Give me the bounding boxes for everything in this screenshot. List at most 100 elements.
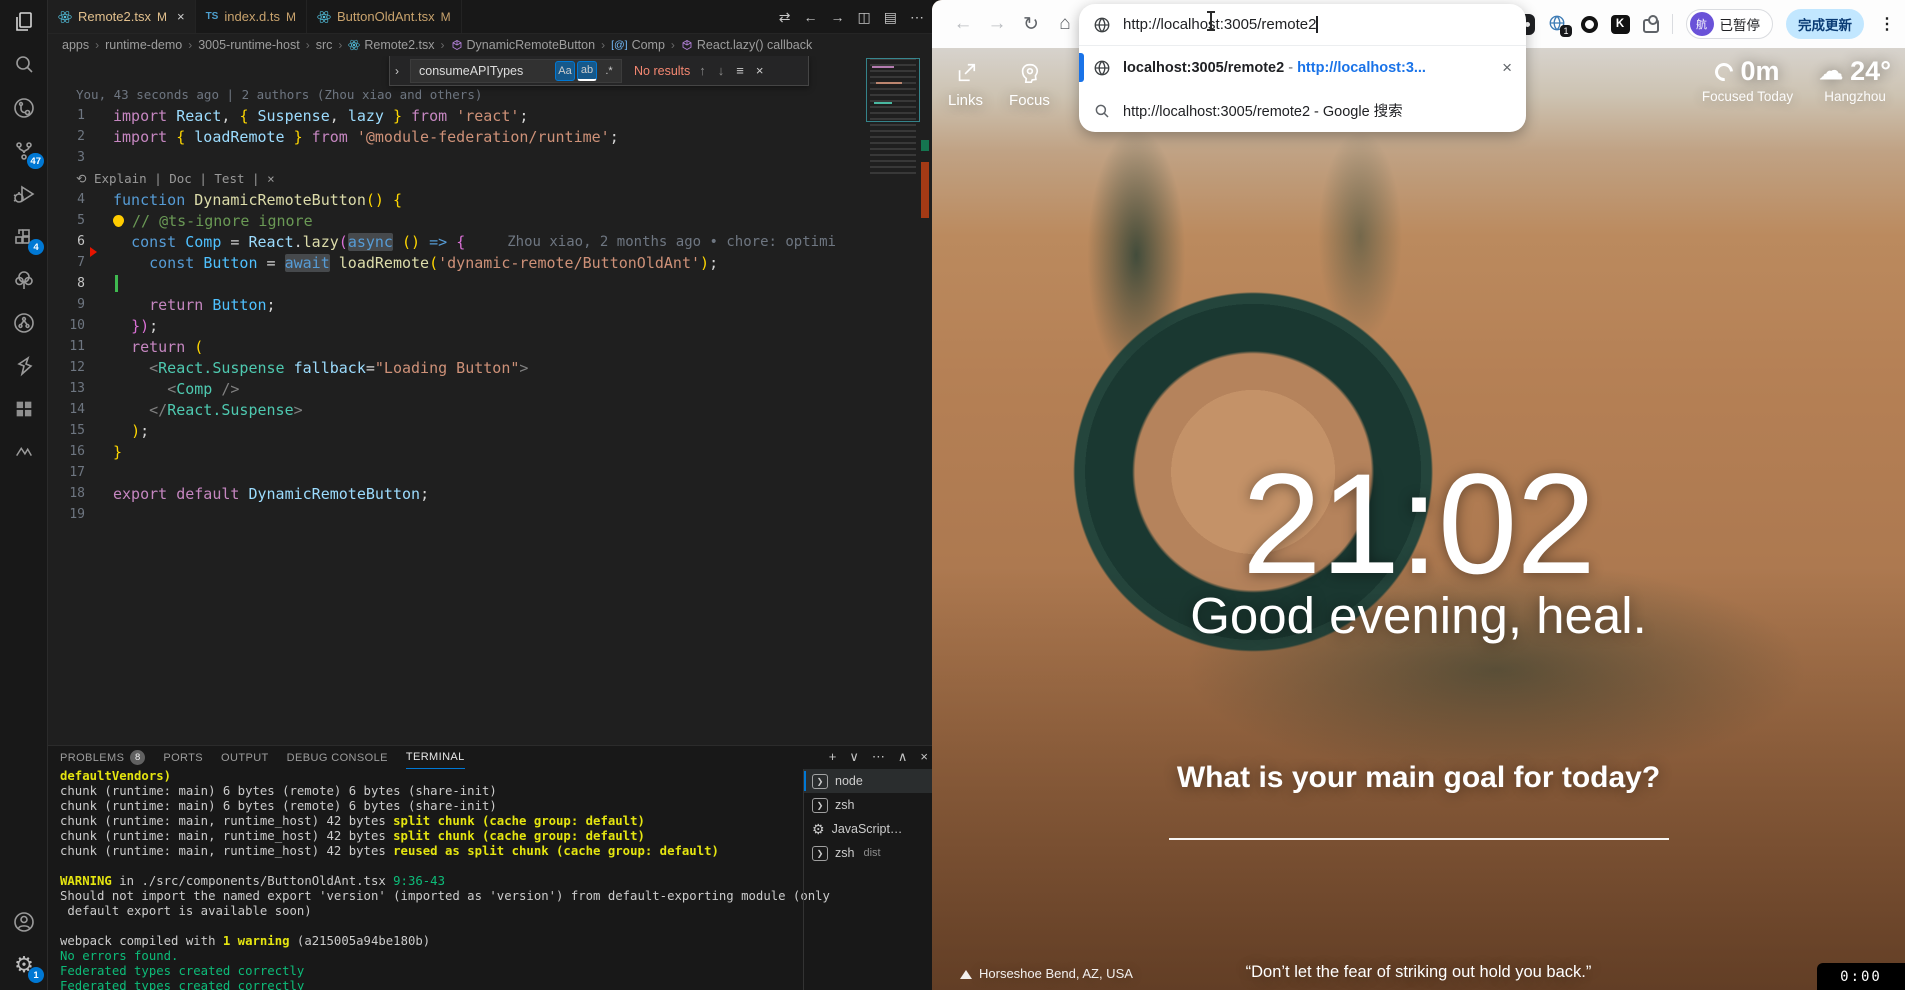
terminal-list-item[interactable]: ❯zsh: [804, 793, 932, 817]
code-line[interactable]: 3: [48, 147, 932, 168]
lightbulb-icon[interactable]: [113, 215, 124, 226]
terminal-list-item[interactable]: ❯zshdist: [804, 841, 932, 865]
code-line[interactable]: 17: [48, 462, 932, 483]
code-line[interactable]: 6 const Comp = React.lazy(async () => {Z…: [48, 231, 932, 252]
split-editor-icon[interactable]: ◫: [858, 9, 871, 26]
code-line[interactable]: 15 );: [48, 420, 932, 441]
panel-close-icon[interactable]: ×: [920, 749, 928, 765]
account-icon[interactable]: [0, 900, 48, 943]
update-button[interactable]: 完成更新: [1786, 9, 1864, 39]
terminal-icon: ❯: [812, 846, 828, 861]
settings-gear-icon[interactable]: ⚙ 1: [0, 943, 48, 986]
reload-icon[interactable]: ↻: [1014, 13, 1048, 36]
code-line[interactable]: 1import React, { Suspense, lazy } from '…: [48, 105, 932, 126]
puzzle-extensions-icon[interactable]: [1643, 19, 1659, 33]
run-debug-icon[interactable]: [0, 172, 48, 215]
tab-terminal[interactable]: TERMINAL: [406, 746, 465, 769]
code-line[interactable]: 10 });: [48, 315, 932, 336]
tab-remote2[interactable]: Remote2.tsx M ×: [48, 0, 196, 33]
code-line[interactable]: 13 <Comp />: [48, 378, 932, 399]
close-icon[interactable]: ×: [177, 9, 185, 24]
match-case-toggle[interactable]: Aa: [555, 61, 575, 81]
new-terminal-icon[interactable]: +: [829, 749, 837, 765]
whole-word-toggle[interactable]: ab: [577, 61, 597, 81]
browser-menu-icon[interactable]: ⋮: [1879, 14, 1895, 34]
code-line[interactable]: 8: [48, 273, 932, 294]
code-line[interactable]: 2import { loadRemote } from '@module-fed…: [48, 126, 932, 147]
code-line[interactable]: 12 <React.Suspense fallback="Loading But…: [48, 357, 932, 378]
code-line[interactable]: 19: [48, 504, 932, 525]
focus-widget[interactable]: Focus: [1009, 62, 1050, 109]
paused-pill[interactable]: 航 已暂停: [1686, 9, 1774, 39]
forward-icon[interactable]: →: [980, 13, 1014, 35]
breadcrumb-item[interactable]: React.lazy() callback: [697, 38, 812, 52]
address-input[interactable]: http://localhost:3005/remote2: [1123, 16, 1316, 33]
terminal-output[interactable]: defaultVendors)chunk (runtime: main) 6 b…: [60, 769, 800, 990]
code-line[interactable]: 16}: [48, 441, 932, 462]
find-collapse-icon[interactable]: ›: [390, 64, 404, 78]
source-control-icon[interactable]: 47: [0, 129, 48, 172]
suggestion-row[interactable]: http://localhost:3005/remote2 - Google 搜…: [1079, 89, 1526, 132]
terminal-dropdown-icon[interactable]: ∨: [849, 749, 859, 765]
code-line[interactable]: 7 const Button = await loadRemote('dynam…: [48, 252, 932, 273]
nav-forward-icon[interactable]: →: [831, 9, 845, 25]
circle-extension-icon[interactable]: [1581, 16, 1598, 33]
code-line[interactable]: 11 return (: [48, 336, 932, 357]
breadcrumb-item[interactable]: apps: [62, 38, 89, 52]
tab-problems[interactable]: PROBLEMS 8: [60, 746, 145, 769]
code-line[interactable]: 5// @ts-ignore ignore: [48, 210, 932, 231]
tab-index-dts[interactable]: TS index.d.ts M: [196, 0, 307, 33]
compare-icon[interactable]: ⇄: [779, 9, 791, 26]
grid-extension-icon[interactable]: [0, 387, 48, 430]
remote-explorer-icon[interactable]: [0, 86, 48, 129]
code-line[interactable]: 18export default DynamicRemoteButton;: [48, 483, 932, 504]
panel-maximize-icon[interactable]: ∧: [898, 749, 908, 765]
remove-suggestion-icon[interactable]: ×: [1502, 58, 1512, 78]
nav-back-icon[interactable]: ←: [804, 9, 818, 25]
find-prev-icon[interactable]: ↑: [696, 63, 709, 78]
terminal-list-item[interactable]: ⚙JavaScript…: [804, 817, 932, 841]
address-bar[interactable]: http://localhost:3005/remote2: [1079, 4, 1526, 46]
breadcrumb-item[interactable]: src: [316, 38, 333, 52]
explorer-icon[interactable]: [0, 0, 48, 43]
weather-widget[interactable]: ☁24° Hangzhou: [1819, 56, 1891, 104]
regex-toggle[interactable]: .*: [599, 61, 619, 81]
tab-debug-console[interactable]: DEBUG CONSOLE: [287, 746, 388, 769]
k-extension-icon[interactable]: K: [1611, 15, 1630, 34]
tree-extension-icon[interactable]: [0, 258, 48, 301]
suggestion-row[interactable]: localhost:3005/remote2 - http://localhos…: [1079, 46, 1526, 89]
editor-caret: [115, 275, 118, 292]
breadcrumb-item[interactable]: runtime-demo: [105, 38, 182, 52]
panel-more-icon[interactable]: ⋯: [872, 749, 885, 765]
share-extension-icon[interactable]: [0, 301, 48, 344]
breadcrumb-item[interactable]: DynamicRemoteButton: [467, 38, 596, 52]
wave-extension-icon[interactable]: [0, 430, 48, 473]
layout-icon[interactable]: ▤: [884, 9, 897, 26]
search-icon[interactable]: [0, 43, 48, 86]
code-editor[interactable]: You, 43 seconds ago | 2 authors (Zhou xi…: [48, 56, 932, 745]
logo-extension-icon[interactable]: [0, 344, 48, 387]
find-next-icon[interactable]: ↓: [715, 63, 728, 78]
home-icon[interactable]: ⌂: [1048, 13, 1082, 35]
extensions-icon[interactable]: 4: [0, 215, 48, 258]
tab-buttonoldant[interactable]: ButtonOldAnt.tsx M: [307, 0, 462, 33]
code-line[interactable]: 4function DynamicRemoteButton() {: [48, 189, 932, 210]
breadcrumb-item[interactable]: Comp: [632, 38, 665, 52]
find-close-icon[interactable]: ×: [753, 63, 767, 78]
tab-ports[interactable]: PORTS: [163, 746, 203, 769]
goal-input[interactable]: [1169, 838, 1669, 840]
code-line[interactable]: 14 </React.Suspense>: [48, 399, 932, 420]
code-line[interactable]: 9 return Button;: [48, 294, 932, 315]
breadcrumb-item[interactable]: 3005-runtime-host: [198, 38, 299, 52]
find-input[interactable]: consumeAPITypes Aa ab .*: [410, 59, 622, 83]
back-icon[interactable]: ←: [946, 13, 980, 35]
tab-output[interactable]: OUTPUT: [221, 746, 269, 769]
find-in-selection-icon[interactable]: ≡: [733, 63, 747, 78]
terminal-list-item[interactable]: ❯node: [804, 769, 932, 793]
more-actions-icon[interactable]: ⋯: [910, 9, 924, 26]
minimap[interactable]: [870, 58, 916, 176]
breadcrumb-item[interactable]: Remote2.tsx: [364, 38, 434, 52]
globe-extension-icon[interactable]: 1: [1548, 14, 1568, 34]
focused-today-widget[interactable]: 0m Focused Today: [1702, 56, 1793, 104]
links-widget[interactable]: Links: [948, 62, 983, 109]
